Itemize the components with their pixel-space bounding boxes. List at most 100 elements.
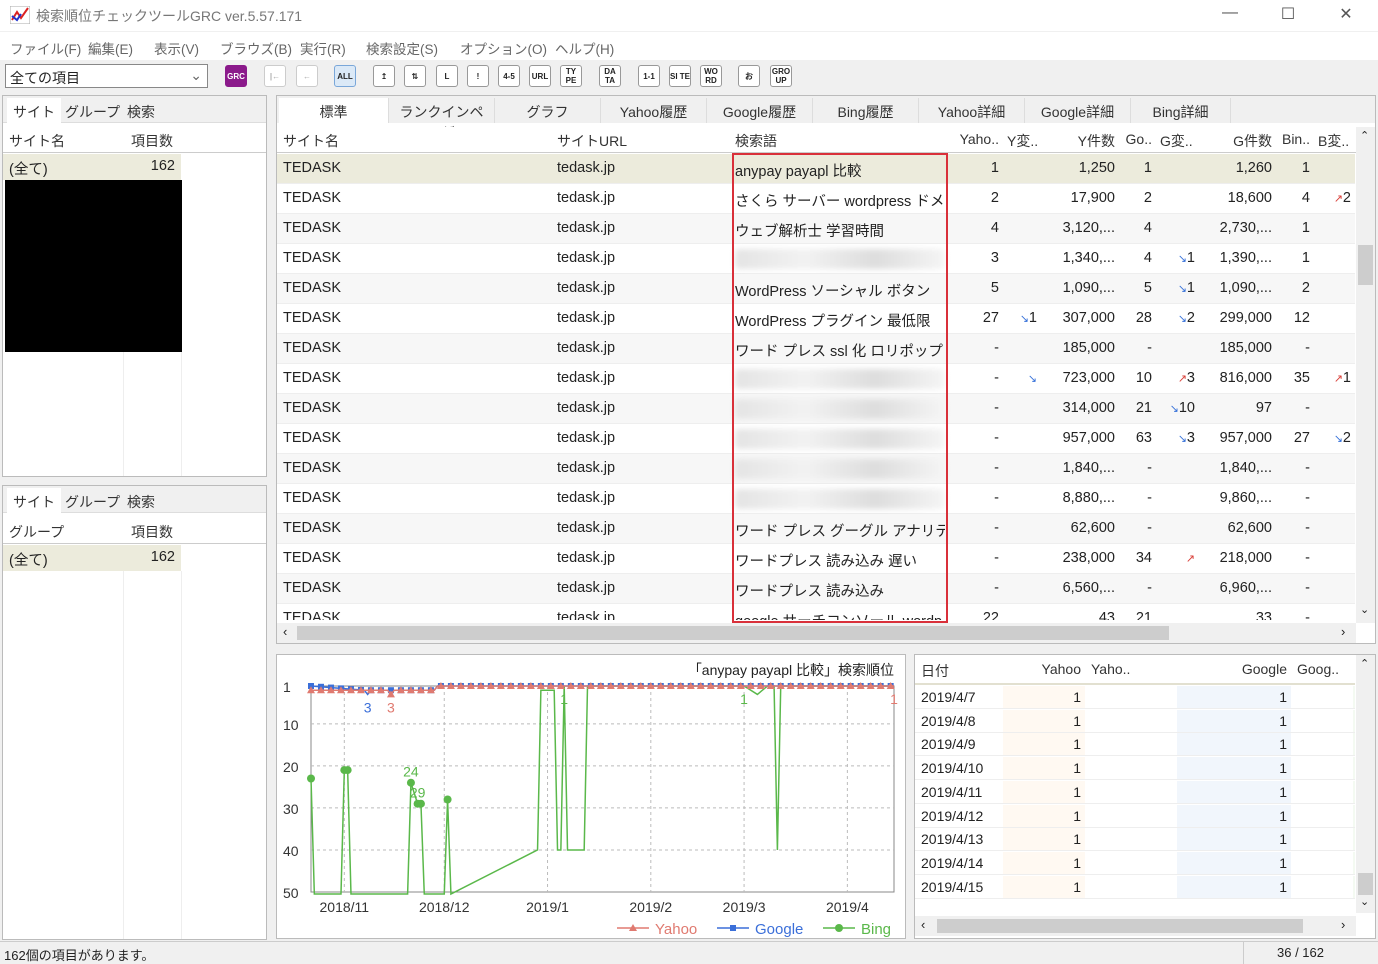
scroll-thumb[interactable] [1358,873,1373,895]
arrow-down-icon: ↘ [1027,373,1037,385]
scroll-thumb[interactable] [1358,245,1373,285]
column-header[interactable]: Y変.. [1007,131,1037,151]
toolbar-button-grc[interactable]: GRC [225,65,247,87]
menu-item[interactable]: ヘルプ(H) [555,38,614,58]
scroll-left-icon[interactable]: ‹ [283,624,287,639]
cell-gn: 185,000 [1219,340,1272,356]
toolbar-button-data[interactable]: DA TA [599,65,621,87]
tab-2[interactable]: グラフ [495,98,601,123]
menu-item[interactable]: ブラウズ(B) [220,38,292,58]
scroll-thumb[interactable] [297,626,1169,640]
history-column-header[interactable]: 日付 [921,661,999,681]
toolbar-button-all[interactable]: ALL [334,65,356,87]
tab-1[interactable]: ランクインページ [389,98,495,140]
toolbar-button-[interactable]: ⇅ [404,65,426,87]
toolbar-button-[interactable]: ↥ [373,65,395,87]
toolbar-button-l[interactable]: L [436,65,458,87]
title-bar: 検索順位チェックツールGRC ver.5.57.171 — ☐ ✕ [0,0,1378,31]
menu-item[interactable]: 実行(R) [300,38,346,58]
minimize-button[interactable]: — [1210,4,1250,26]
scroll-down-icon[interactable]: ⌄ [1360,603,1369,616]
column-header[interactable]: Go.. [1123,131,1152,147]
history-column-header[interactable]: Goog.. [1297,661,1349,677]
menu-item[interactable]: 編集(E) [88,38,133,58]
tab-site[interactable]: サイト [7,98,61,123]
tab-4[interactable]: Google履歴 [707,98,813,123]
history-row[interactable]: 2019/4/15111 [915,875,1355,899]
scroll-thumb[interactable] [937,919,1303,933]
maximize-button[interactable]: ☐ [1268,4,1308,26]
toolbar-button-site[interactable]: SI TE [669,65,691,87]
column-header-count[interactable]: 項目数 [131,131,173,151]
history-row[interactable]: 2019/4/11111 [915,780,1355,804]
toolbar-button-group[interactable]: GRO UP [770,65,792,87]
vertical-scrollbar[interactable]: ⌃ ⌄ [1356,127,1375,623]
column-header[interactable]: サイト名 [283,131,549,151]
list-item[interactable]: (全て) 162 [3,154,181,180]
history-row[interactable]: 2019/4/12111 [915,804,1355,828]
toolbar-button-word[interactable]: WO RD [700,65,722,87]
toolbar-button-45[interactable]: 4-5 [498,65,520,87]
scroll-right-icon[interactable]: › [1341,917,1345,932]
scroll-right-icon[interactable]: › [1341,624,1345,639]
history-row[interactable]: 2019/4/10111 [915,757,1355,781]
history-row[interactable]: 2019/4/9111 [915,733,1355,757]
toolbar-button-11[interactable]: 1-1 [638,65,660,87]
menu-item[interactable]: ファイル(F) [10,38,81,58]
toolbar-button-[interactable]: |← [264,65,286,87]
tab-search[interactable]: 検索 [121,488,161,513]
cell-y: 5 [990,280,999,296]
close-button[interactable]: ✕ [1326,4,1366,26]
history-column-header[interactable]: Yaho.. [1091,661,1173,677]
toolbar-button-[interactable]: ← [296,65,318,87]
scroll-up-icon[interactable]: ⌃ [1360,657,1369,670]
tab-7[interactable]: Google詳細 [1025,98,1131,123]
toolbar-button-url[interactable]: URL [529,65,551,87]
tab-0[interactable]: 標準 [279,98,389,123]
tab-3[interactable]: Yahoo履歴 [601,98,707,123]
history-column-header[interactable]: Yahoo [1009,661,1081,677]
toolbar-button-type[interactable]: TY PE [560,65,582,87]
column-header-count[interactable]: 項目数 [131,522,173,542]
tab-site[interactable]: サイト [7,488,61,513]
toolbar-button-[interactable]: ! [467,65,489,87]
history-row[interactable]: 2019/4/8111 [915,709,1355,733]
tab-5[interactable]: Bing履歴 [813,98,919,123]
bing-point [443,795,452,804]
history-row[interactable]: 2019/4/14111 [915,851,1355,875]
history-row[interactable]: 2019/4/13111 [915,828,1355,852]
tab-group[interactable]: グループ [59,488,126,513]
scroll-down-icon[interactable]: ⌄ [1360,895,1369,908]
cell-y: - [994,550,999,566]
arrow-up-icon: ↗ [1333,373,1343,385]
horizontal-scrollbar[interactable]: ‹ › [915,916,1356,936]
menu-item[interactable]: オプション(O) [460,38,547,58]
cell-site: TEDASK [283,550,342,566]
filter-dropdown[interactable]: 全ての項目 ⌄ [5,64,208,88]
column-header[interactable]: B変.. [1318,131,1351,151]
column-header[interactable]: 検索語 [735,131,945,151]
tab-6[interactable]: Yahoo詳細 [919,98,1025,123]
column-header[interactable]: サイトURL [557,131,727,151]
history-row[interactable]: 2019/4/7111 [915,686,1355,709]
column-header-group[interactable]: グループ [9,522,64,542]
menu-item[interactable]: 検索設定(S) [366,38,438,58]
column-header-site-name[interactable]: サイト名 [9,131,65,151]
column-header[interactable]: Yaho.. [953,131,999,147]
column-header[interactable]: Bin.. [1280,131,1310,147]
vertical-scrollbar[interactable]: ⌃ ⌄ [1356,655,1375,913]
arrow-up-icon: ↗ [1185,553,1195,565]
tab-group[interactable]: グループ [59,98,126,123]
menu-item[interactable]: 表示(V) [154,38,199,58]
scroll-up-icon[interactable]: ⌃ [1360,129,1369,142]
toolbar-button-[interactable]: お [738,65,760,87]
column-header[interactable]: G件数 [1203,131,1272,151]
tab-8[interactable]: Bing詳細 [1131,98,1231,123]
column-header[interactable]: G変.. [1160,131,1195,151]
column-header[interactable]: Y件数 [1045,131,1115,151]
history-column-header[interactable]: Google [1183,661,1287,677]
tab-search[interactable]: 検索 [121,98,161,123]
horizontal-scrollbar[interactable]: ‹ › [277,623,1356,643]
list-item[interactable]: (全て) 162 [3,545,181,571]
scroll-left-icon[interactable]: ‹ [921,917,925,932]
